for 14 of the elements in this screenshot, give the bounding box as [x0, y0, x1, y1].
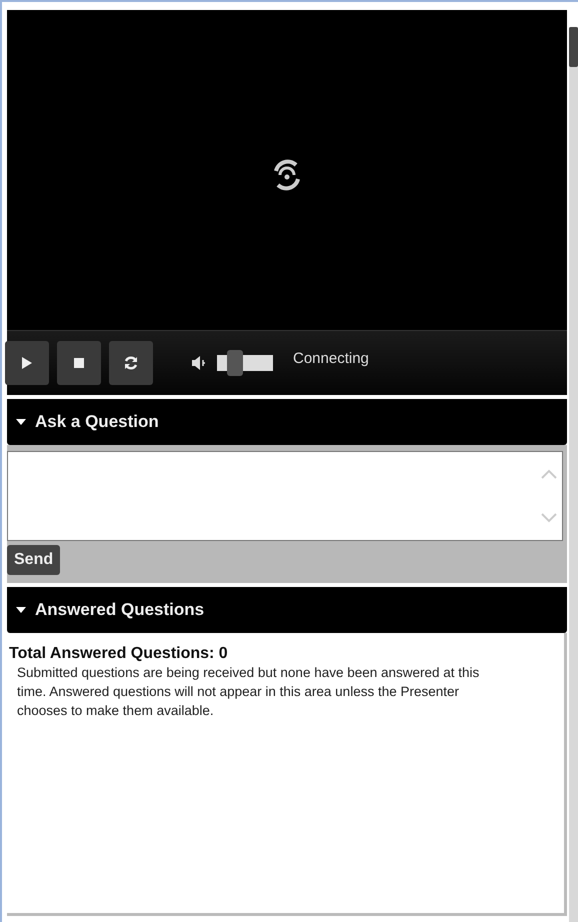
- scrollbar[interactable]: [569, 27, 578, 922]
- stop-icon: [74, 358, 84, 368]
- play-icon: [21, 356, 33, 370]
- section-header[interactable]: Answered Questions: [7, 587, 568, 633]
- connection-status: Connecting: [293, 350, 369, 366]
- info-message: Submitted questions are being received but none have been answered at this time. Answered questions will not appear in this area unless the Presenter chooses to make them available.: [16, 664, 480, 720]
- stop-button[interactable]: [57, 341, 101, 385]
- section-header[interactable]: Ask a Question: [7, 399, 568, 445]
- send-button[interactable]: Send: [7, 545, 60, 575]
- refresh-button[interactable]: [109, 341, 153, 385]
- volume-thumb[interactable]: [227, 350, 244, 376]
- play-button[interactable]: [5, 341, 49, 385]
- refresh-icon: [123, 355, 139, 371]
- answered-count: Total Answered Questions: 0: [9, 645, 229, 663]
